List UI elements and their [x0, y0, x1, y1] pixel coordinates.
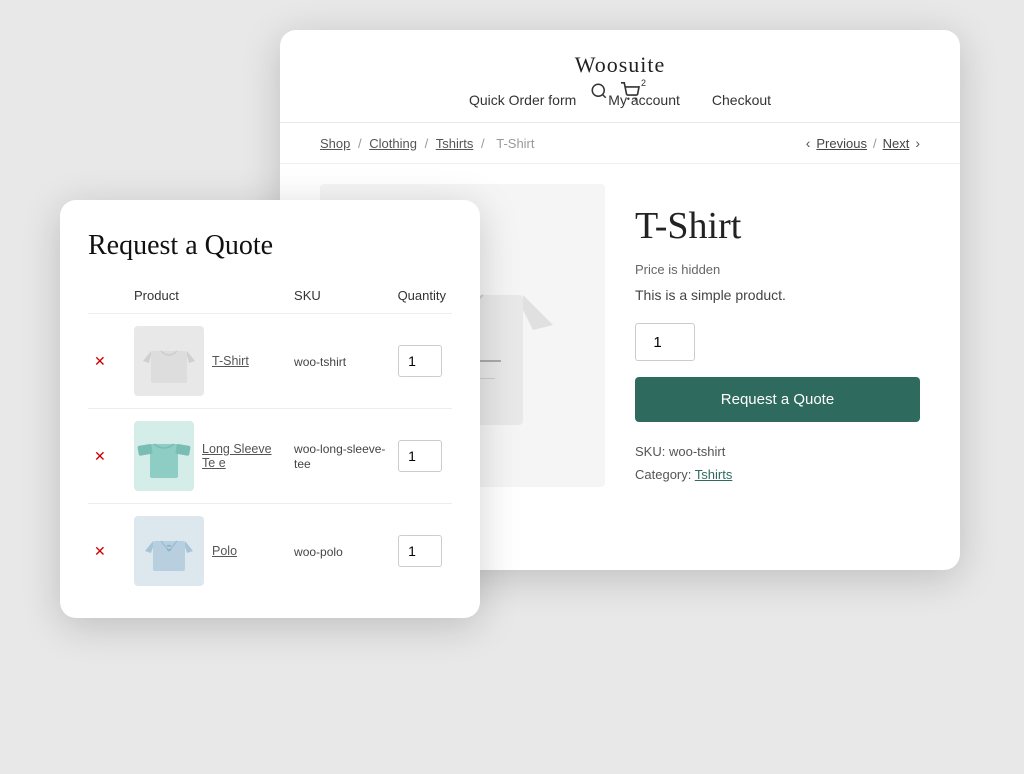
site-title: Woosuite	[320, 52, 920, 78]
product-title: T-Shirt	[635, 204, 920, 248]
product-meta: SKU: woo-tshirt Category: Tshirts	[635, 440, 920, 487]
breadcrumb-sep2: /	[425, 136, 432, 151]
product-thumbnail	[134, 421, 194, 491]
sku-row: SKU: woo-tshirt	[635, 440, 920, 463]
remove-button[interactable]: ✕	[94, 448, 106, 465]
product-cell: T-Shirt	[128, 314, 288, 409]
quote-request-card: Request a Quote Product SKU Quantity ✕	[60, 200, 480, 618]
item-quantity-input[interactable]	[398, 535, 442, 567]
sku-cell: woo-tshirt	[288, 314, 392, 409]
nav-quick-order[interactable]: Quick Order form	[469, 92, 576, 108]
chevron-right-icon: ›	[915, 135, 920, 151]
remove-button[interactable]: ✕	[94, 353, 106, 370]
qty-cell	[392, 409, 452, 504]
breadcrumb: Shop / Clothing / Tshirts / T-Shirt	[320, 136, 539, 151]
price-hidden-text: Price is hidden	[635, 262, 920, 277]
product-name-link[interactable]: T-Shirt	[212, 354, 249, 368]
item-sku: woo-tshirt	[294, 355, 346, 369]
table-row: ✕ T-Shirt	[88, 314, 452, 409]
remove-cell: ✕	[88, 314, 128, 409]
nav-checkout[interactable]: Checkout	[712, 92, 771, 108]
chevron-left-icon: ‹	[806, 135, 811, 151]
category-row: Category: Tshirts	[635, 463, 920, 486]
qty-cell	[392, 504, 452, 599]
breadcrumb-bar: Shop / Clothing / Tshirts / T-Shirt ‹ Pr…	[280, 123, 960, 164]
nav-separator: /	[873, 136, 877, 151]
quote-card-title: Request a Quote	[88, 230, 452, 262]
product-description: This is a simple product.	[635, 287, 920, 303]
breadcrumb-sep1: /	[358, 136, 365, 151]
quote-table: Product SKU Quantity ✕	[88, 284, 452, 598]
category-link[interactable]: Tshirts	[695, 467, 733, 482]
previous-link[interactable]: Previous	[816, 136, 867, 151]
search-icon[interactable]	[590, 82, 608, 105]
request-quote-button[interactable]: Request a Quote	[635, 377, 920, 422]
remove-cell: ✕	[88, 409, 128, 504]
product-thumbnail	[134, 326, 204, 396]
sku-label: SKU:	[635, 444, 665, 459]
header-icons: 2	[590, 82, 640, 105]
sku-value: woo-tshirt	[669, 444, 725, 459]
cart-count: 2	[641, 78, 646, 88]
col-quantity: Quantity	[392, 284, 452, 314]
qty-cell	[392, 314, 452, 409]
prev-next-nav: ‹ Previous / Next ›	[806, 135, 920, 151]
category-label: Category:	[635, 467, 691, 482]
item-quantity-input[interactable]	[398, 345, 442, 377]
product-cell: Long Sleeve Te e	[128, 409, 288, 504]
next-link[interactable]: Next	[883, 136, 910, 151]
product-name-link[interactable]: Polo	[212, 544, 237, 558]
col-product: Product	[128, 284, 288, 314]
item-sku: woo-polo	[294, 545, 343, 559]
breadcrumb-clothing[interactable]: Clothing	[369, 136, 417, 151]
breadcrumb-current: T-Shirt	[496, 136, 534, 151]
product-cell: Polo	[128, 504, 288, 599]
item-sku: woo-long-sleeve-tee	[294, 442, 385, 471]
product-info-panel: T-Shirt Price is hidden This is a simple…	[635, 184, 920, 487]
table-row: ✕	[88, 409, 452, 504]
breadcrumb-tshirts[interactable]: Tshirts	[436, 136, 474, 151]
sku-cell: woo-long-sleeve-tee	[288, 409, 392, 504]
remove-button[interactable]: ✕	[94, 543, 106, 560]
product-thumbnail	[134, 516, 204, 586]
remove-cell: ✕	[88, 504, 128, 599]
breadcrumb-shop[interactable]: Shop	[320, 136, 350, 151]
cart-icon-wrapper[interactable]: 2	[620, 82, 640, 105]
table-row: ✕	[88, 504, 452, 599]
col-remove	[88, 284, 128, 314]
breadcrumb-sep3: /	[481, 136, 488, 151]
item-quantity-input[interactable]	[398, 440, 442, 472]
site-header: 2 Woosuite Quick Order form My account C…	[280, 30, 960, 123]
product-name-link[interactable]: Long Sleeve Te e	[202, 442, 282, 470]
quantity-input[interactable]	[635, 323, 695, 361]
col-sku: SKU	[288, 284, 392, 314]
sku-cell: woo-polo	[288, 504, 392, 599]
